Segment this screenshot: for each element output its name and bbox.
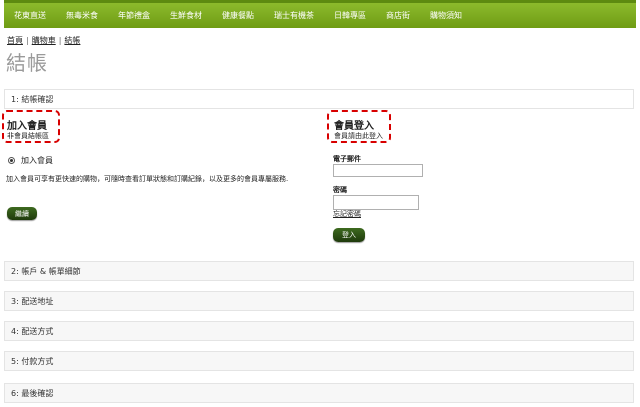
nav-item-swiss-tea[interactable]: 瑞士有機茶: [264, 10, 324, 21]
join-heading: 加入會員: [7, 121, 47, 132]
step-shipping-method[interactable]: 4: 配送方式: [4, 321, 634, 341]
nav-item-fresh-food[interactable]: 生鮮食材: [160, 10, 212, 21]
nav-item-hualien-direct[interactable]: 花東直送: [4, 10, 56, 21]
join-subheading: 非會員結帳區: [7, 132, 49, 140]
join-radio[interactable]: [8, 157, 15, 164]
breadcrumb: 首頁 | 購物車 | 結帳: [7, 35, 80, 46]
step-final-confirm[interactable]: 6: 最後確認: [4, 383, 634, 403]
step-payment-method[interactable]: 5: 付款方式: [4, 351, 634, 371]
page-title: 結帳: [6, 51, 48, 75]
nav-item-japan-korea[interactable]: 日韓專區: [324, 10, 376, 21]
step-account-billing[interactable]: 2: 帳戶 & 帳單細節: [4, 261, 634, 281]
login-heading: 會員登入: [334, 121, 374, 132]
breadcrumb-home[interactable]: 首頁: [7, 36, 23, 45]
breadcrumb-cart[interactable]: 購物車: [32, 36, 56, 45]
join-description: 加入會員可享有更快速的購物，可隨時查看訂單狀態和訂購紀錄，以及更多的會員專屬服務…: [6, 175, 289, 183]
password-label: 密碼: [333, 186, 347, 194]
nav-item-healthy-meals[interactable]: 健康餐點: [212, 10, 264, 21]
top-nav: 花東直送 無毒米食 年節禮盒 生鮮食材 健康餐點 瑞士有機茶 日韓專區 商店街 …: [4, 0, 636, 28]
email-label: 電子郵件: [333, 155, 361, 163]
login-subheading: 會員請由此登入: [334, 132, 383, 140]
join-option-label: 加入會員: [21, 156, 53, 165]
join-option[interactable]: 加入會員: [8, 155, 53, 166]
nav-item-shopping-info[interactable]: 購物須知: [420, 10, 472, 21]
breadcrumb-checkout[interactable]: 結帳: [64, 36, 80, 45]
email-field[interactable]: [333, 164, 423, 177]
login-button[interactable]: 登入: [333, 228, 365, 242]
step-shipping-address[interactable]: 3: 配送地址: [4, 291, 634, 311]
forgot-password-link[interactable]: 忘記密碼: [333, 209, 361, 219]
nav-item-gift-box[interactable]: 年節禮盒: [108, 10, 160, 21]
nav-item-organic-rice[interactable]: 無毒米食: [56, 10, 108, 21]
password-field[interactable]: [333, 195, 419, 210]
continue-button[interactable]: 繼續: [7, 207, 37, 220]
step-checkout-confirm[interactable]: 1: 結帳確認: [4, 89, 634, 109]
breadcrumb-separator: |: [26, 36, 29, 45]
nav-item-shop-street[interactable]: 商店街: [376, 10, 420, 21]
